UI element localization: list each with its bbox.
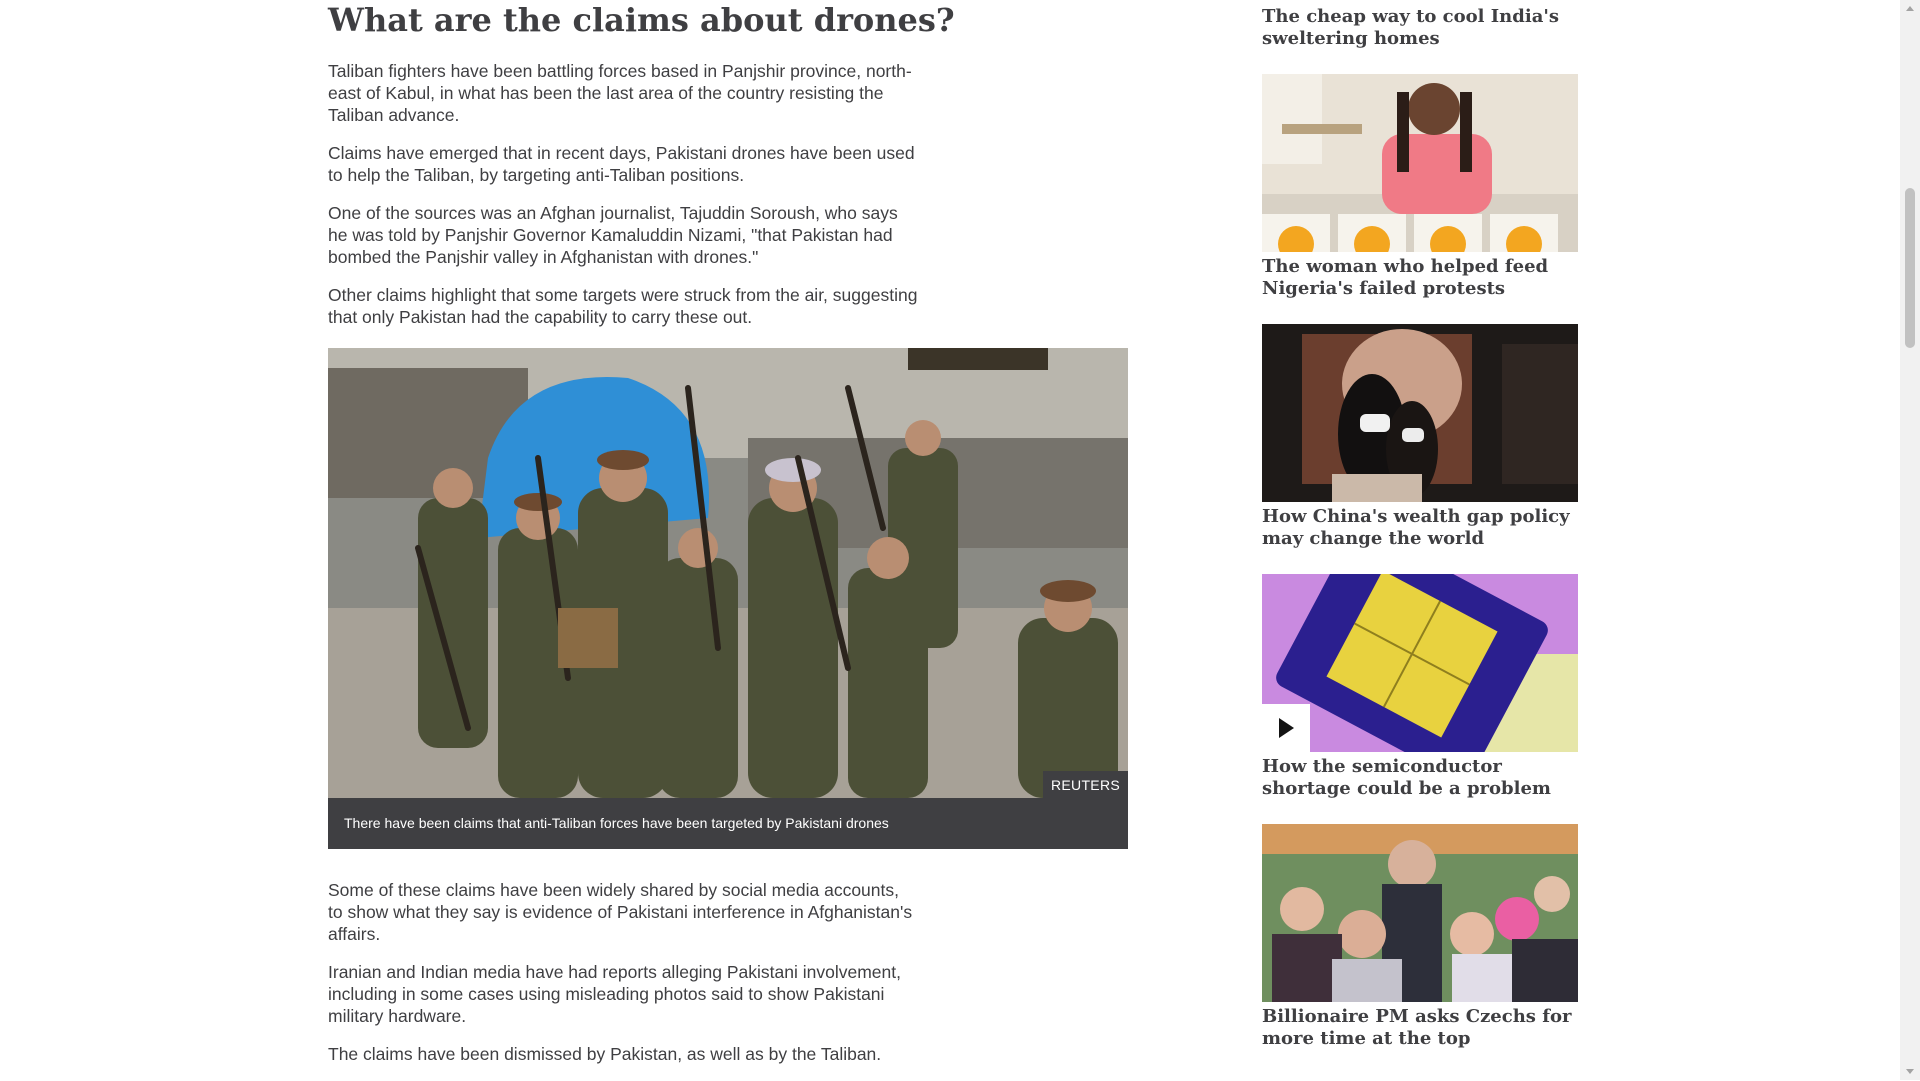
article-paragraph: Iranian and Indian media have had report… xyxy=(328,962,901,1026)
related-stories-sidebar: The cheap way to cool India's sweltering… xyxy=(1262,0,1578,1074)
article-paragraph: The claims have been dismissed by Pakist… xyxy=(328,1044,882,1064)
promo-title[interactable]: How the semiconductor shortage could be … xyxy=(1262,752,1578,800)
article-body: What are the claims about drones? Taliba… xyxy=(328,0,1128,1081)
promo-item[interactable]: How the semiconductor shortage could be … xyxy=(1262,574,1578,800)
article-paragraph: Claims have emerged that in recent days,… xyxy=(328,143,915,185)
section-heading: What are the claims about drones? xyxy=(328,1,955,39)
article-paragraph: One of the sources was an Afghan journal… xyxy=(328,203,898,267)
play-icon xyxy=(1279,718,1294,738)
promo-thumbnail[interactable] xyxy=(1262,324,1578,502)
article-paragraph: Other claims highlight that some targets… xyxy=(328,285,918,327)
promo-item[interactable]: The woman who helped feed Nigeria's fail… xyxy=(1262,74,1578,300)
promo-title[interactable]: The woman who helped feed Nigeria's fail… xyxy=(1262,252,1578,300)
photo-credit: REUTERS xyxy=(1043,771,1128,798)
promo-title[interactable]: The cheap way to cool India's sweltering… xyxy=(1262,0,1578,50)
article-paragraph: Taliban fighters have been battling forc… xyxy=(328,61,912,125)
scroll-down-arrow-icon[interactable] xyxy=(1906,1069,1914,1074)
article-paragraph: Some of these claims have been widely sh… xyxy=(328,880,913,944)
promo-item[interactable]: The cheap way to cool India's sweltering… xyxy=(1262,0,1578,50)
promo-thumbnail[interactable] xyxy=(1262,574,1578,752)
promo-item[interactable]: How China's wealth gap policy may change… xyxy=(1262,324,1578,550)
paragraph-group-bottom: Some of these claims have been widely sh… xyxy=(328,879,1128,1065)
scrollbar-thumb[interactable] xyxy=(1905,188,1915,348)
promo-title[interactable]: Billionaire PM asks Czechs for more time… xyxy=(1262,1002,1578,1050)
fighters-photo: REUTERS xyxy=(328,348,1128,798)
promo-title[interactable]: How China's wealth gap policy may change… xyxy=(1262,502,1578,550)
promo-thumbnail[interactable] xyxy=(1262,824,1578,1002)
article-figure: REUTERS There have been claims that anti… xyxy=(328,348,1128,849)
figure-caption: There have been claims that anti-Taliban… xyxy=(328,798,1128,849)
scroll-up-arrow-icon[interactable] xyxy=(1906,6,1914,11)
promo-item[interactable]: Billionaire PM asks Czechs for more time… xyxy=(1262,824,1578,1050)
page-scrollbar[interactable] xyxy=(1900,0,1920,1080)
video-play-button[interactable] xyxy=(1262,704,1310,752)
promo-thumbnail[interactable] xyxy=(1262,74,1578,252)
paragraph-group-top: Taliban fighters have been battling forc… xyxy=(328,60,1128,328)
